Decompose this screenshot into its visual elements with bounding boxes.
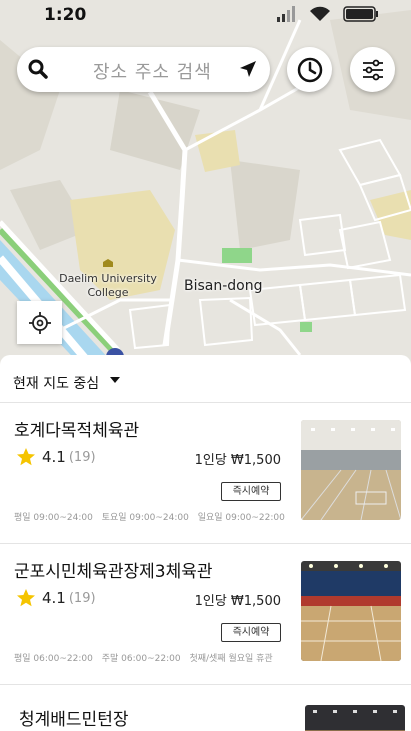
- status-icons: [277, 6, 379, 22]
- wifi-icon: [310, 6, 330, 21]
- sort-label[interactable]: 현재 지도 중심: [13, 373, 99, 393]
- review-count: (19): [68, 449, 96, 465]
- venue-list-item[interactable]: 군포시민체육관장제3체육관 4.1 (19) 1인당 ₩1,500 즉시예약 평…: [0, 544, 411, 685]
- rating-value: 4.1: [42, 448, 66, 466]
- star-icon: [17, 589, 35, 607]
- star-icon: [17, 448, 35, 466]
- caret-down-icon[interactable]: [110, 377, 120, 383]
- gps-target-icon: [28, 311, 51, 334]
- status-time: 1:20: [44, 5, 87, 25]
- filter-button[interactable]: [350, 47, 395, 92]
- venue-list-item[interactable]: 호계다목적체육관 4.1 (19) 1인당 ₩1,500 즉시예약 평일 09:…: [0, 403, 411, 544]
- hours-closed: 첫째/셋째 월요일 휴관: [189, 654, 273, 664]
- instant-booking-badge: 즉시예약: [221, 623, 281, 642]
- venue-name[interactable]: 청계배드민턴장: [19, 705, 128, 730]
- search-icon[interactable]: [27, 58, 49, 80]
- venue-photo[interactable]: [301, 561, 401, 661]
- battery-icon: [343, 6, 378, 22]
- map-label-district: Bisan-dong: [184, 278, 263, 294]
- venue-name[interactable]: 군포시민체육관장제3체육관: [14, 557, 213, 582]
- venue-list-sheet[interactable]: 현재 지도 중심 호계다목적체육관 4.1 (19) 1인당 ₩1,500 즉시…: [0, 355, 411, 731]
- venue-price: 1인당 ₩1,500: [194, 594, 281, 609]
- venue-rating: 4.1 (19): [16, 588, 96, 608]
- hours-saturday: 토요일 09:00~24:00: [101, 513, 189, 523]
- filter-sliders-icon: [362, 59, 383, 80]
- history-button[interactable]: [287, 47, 332, 92]
- search-bar[interactable]: 장소 주소 검색: [17, 47, 270, 92]
- venue-hours: 평일 06:00~22:00 주말 06:00~22:00 첫째/셋째 월요일 …: [14, 651, 279, 664]
- hours-weekend: 주말 06:00~22:00: [101, 654, 181, 664]
- current-location-button[interactable]: [17, 301, 62, 344]
- navigation-arrow-icon[interactable]: [238, 59, 258, 79]
- venue-hours: 평일 09:00~24:00 토요일 09:00~24:00 일요일 09:00…: [14, 510, 291, 523]
- venue-photo[interactable]: [301, 420, 401, 520]
- venue-rating: 4.1 (19): [16, 447, 96, 467]
- rating-value: 4.1: [42, 589, 66, 607]
- sort-selector[interactable]: 현재 지도 중심: [0, 355, 411, 403]
- hours-sunday: 일요일 09:00~22:00: [197, 513, 285, 523]
- hours-weekday: 평일 09:00~24:00: [14, 513, 93, 523]
- search-input[interactable]: 장소 주소 검색: [93, 58, 212, 84]
- venue-price: 1인당 ₩1,500: [194, 453, 281, 468]
- venue-name[interactable]: 호계다목적체육관: [14, 416, 139, 441]
- hours-weekday: 평일 06:00~22:00: [14, 654, 93, 664]
- signal-icon: [277, 6, 295, 22]
- review-count: (19): [68, 590, 96, 606]
- venue-list-item[interactable]: 청계배드민턴장: [0, 685, 411, 731]
- instant-booking-badge: 즉시예약: [221, 482, 281, 501]
- clock-icon: [297, 57, 322, 82]
- status-bar: 1:20: [0, 0, 411, 32]
- venue-photo[interactable]: [305, 705, 405, 731]
- map-label-university: Daelim University College: [59, 272, 157, 299]
